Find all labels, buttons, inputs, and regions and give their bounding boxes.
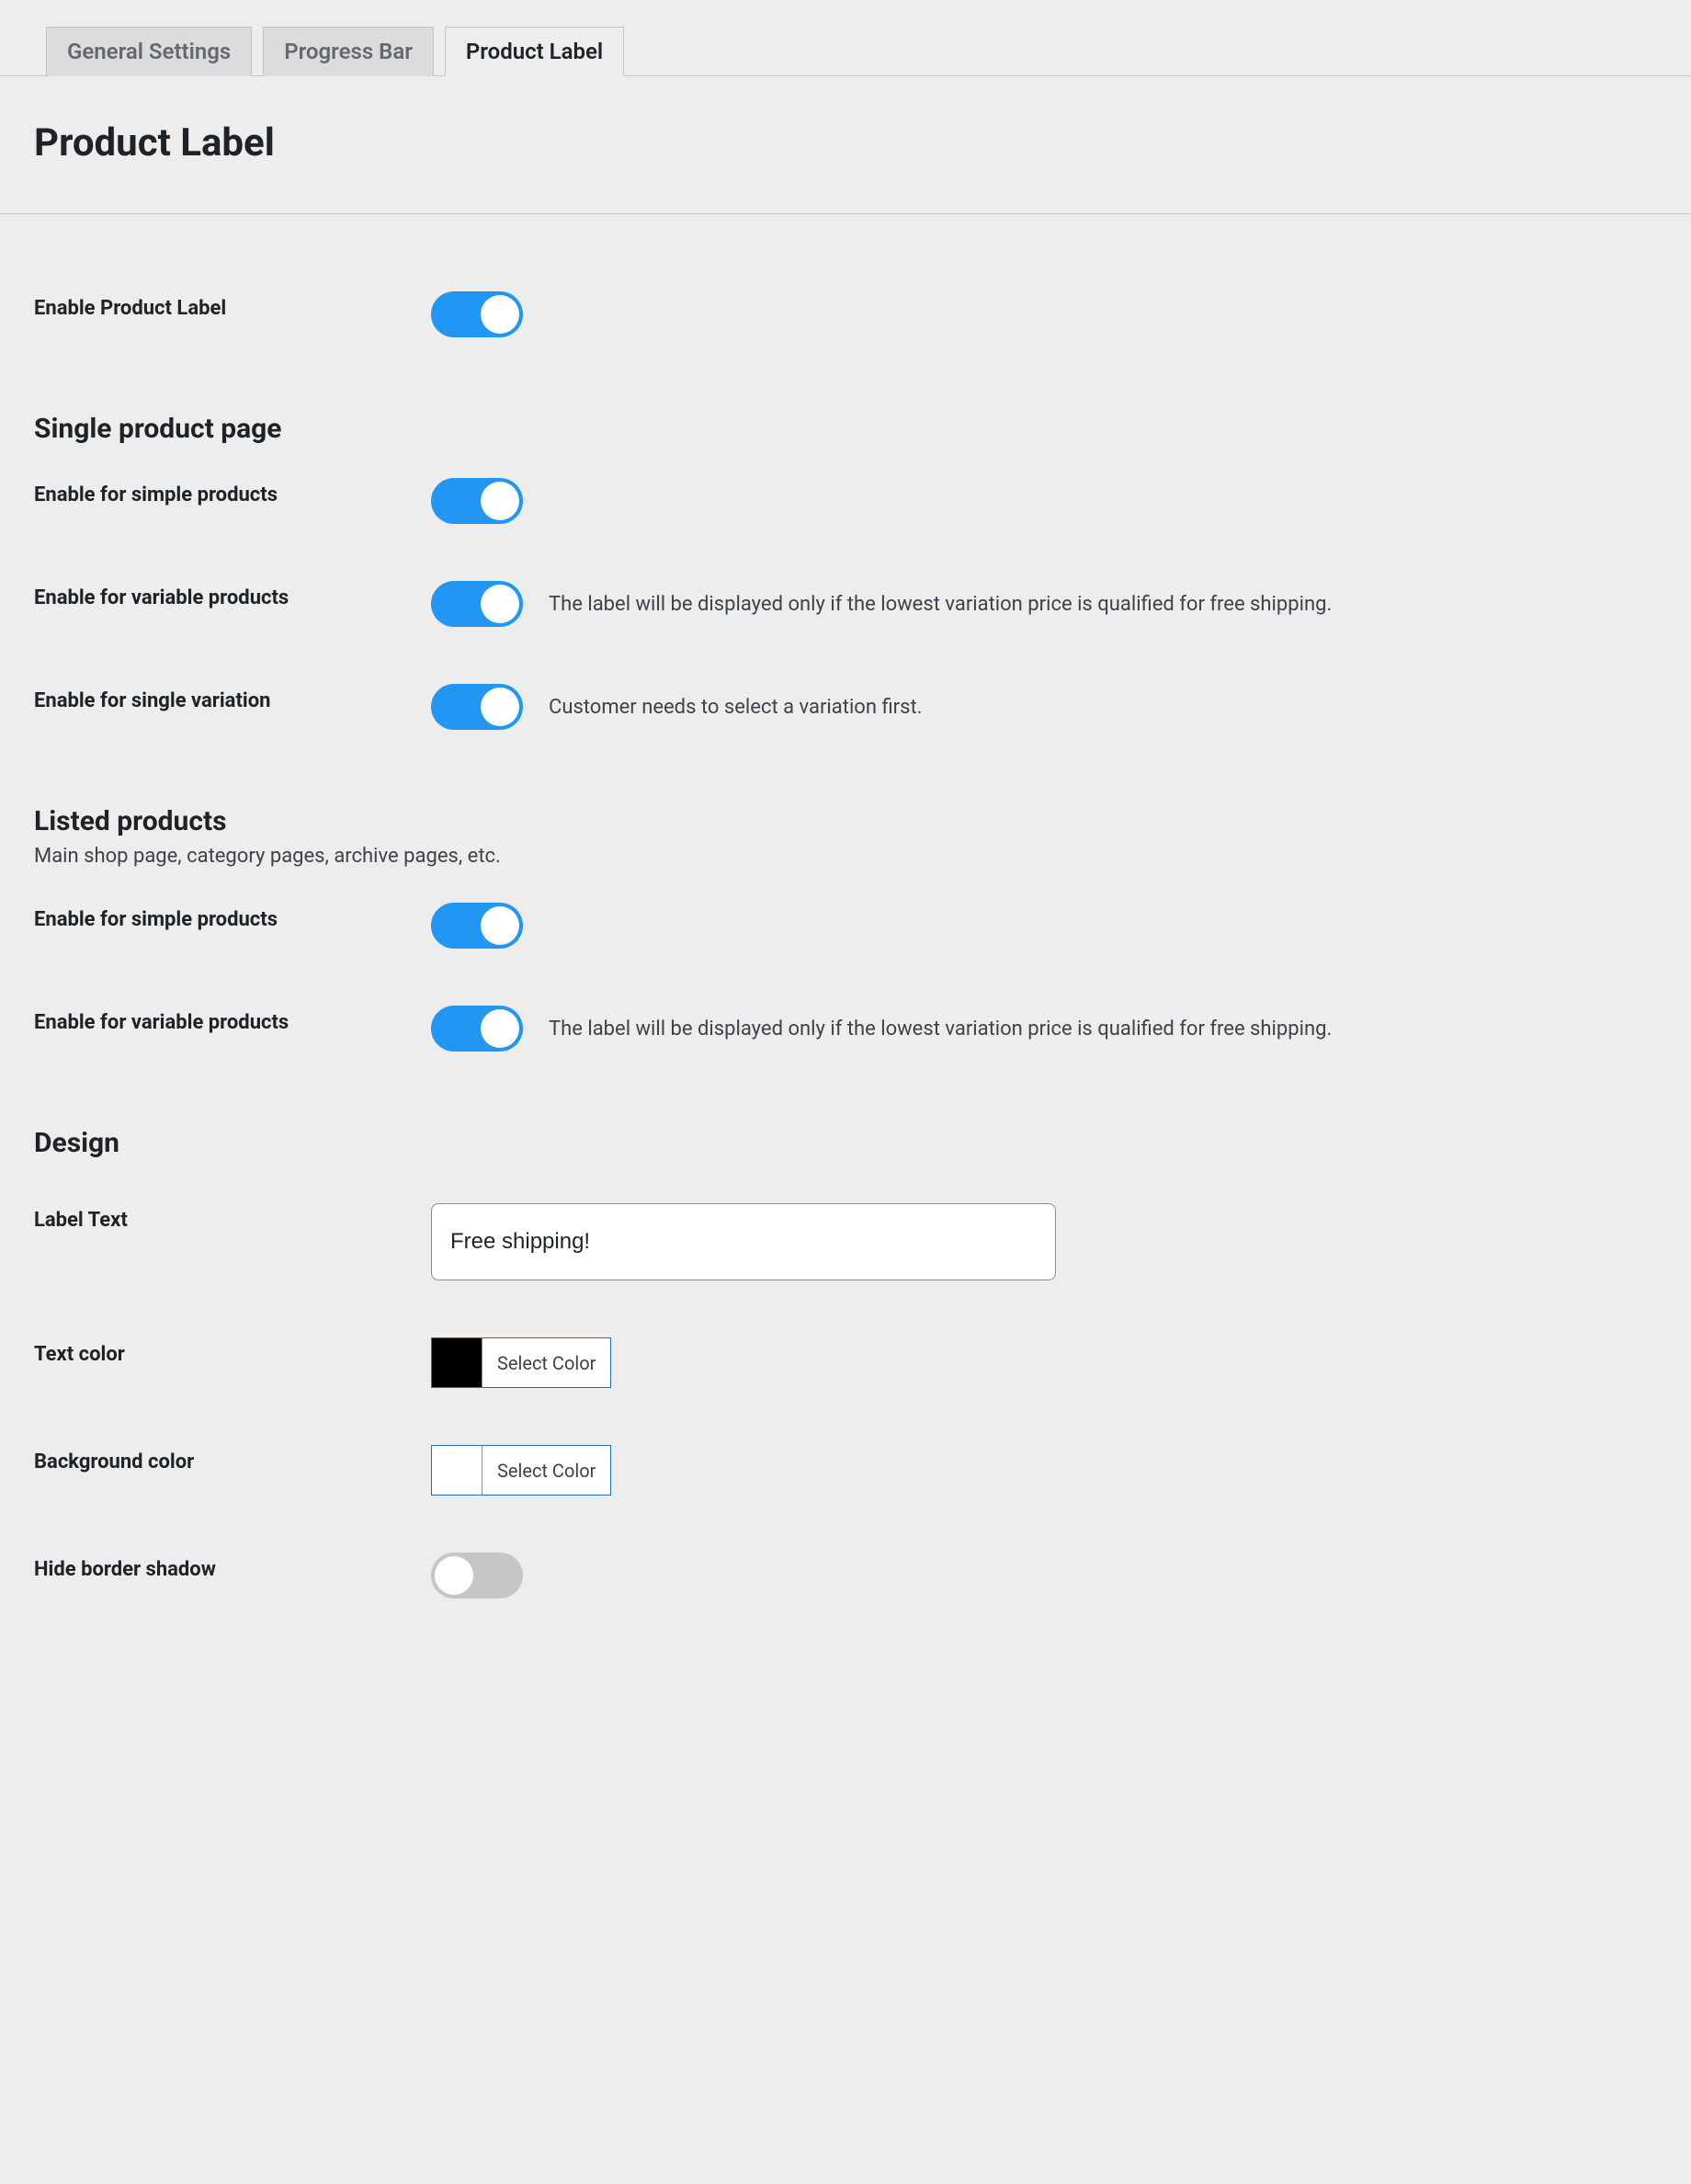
label-enable-product-label: Enable Product Label — [34, 291, 431, 320]
section-listed-sub: Main shop page, category pages, archive … — [34, 845, 1691, 868]
label-single-simple: Enable for simple products — [34, 478, 431, 506]
label-single-variable: Enable for variable products — [34, 581, 431, 609]
toggle-listed-variable[interactable] — [431, 1006, 523, 1052]
input-label-text[interactable] — [431, 1203, 1056, 1280]
toggle-enable-product-label[interactable] — [431, 291, 523, 337]
page-title: Product Label — [34, 120, 1691, 165]
desc-listed-variable: The label will be displayed only if the … — [549, 1018, 1332, 1041]
section-design-heading: Design — [34, 1127, 1691, 1159]
label-label-text: Label Text — [34, 1203, 431, 1232]
tab-general-settings[interactable]: General Settings — [46, 27, 252, 76]
section-listed-heading: Listed products — [34, 805, 1691, 837]
color-picker-bg-label: Select Color — [482, 1446, 610, 1495]
toggle-single-variable[interactable] — [431, 581, 523, 627]
label-hide-shadow: Hide border shadow — [34, 1553, 431, 1581]
color-swatch-text — [432, 1338, 482, 1387]
color-picker-text[interactable]: Select Color — [431, 1337, 611, 1388]
desc-single-variable: The label will be displayed only if the … — [549, 593, 1332, 616]
desc-single-variation: Customer needs to select a variation fir… — [549, 696, 922, 719]
label-single-variation: Enable for single variation — [34, 684, 431, 712]
section-single-heading: Single product page — [34, 413, 1691, 445]
toggle-listed-simple[interactable] — [431, 903, 523, 949]
title-divider — [0, 213, 1691, 214]
tabs-bar: General Settings Progress Bar Product La… — [0, 0, 1691, 76]
color-picker-text-label: Select Color — [482, 1338, 610, 1387]
label-listed-variable: Enable for variable products — [34, 1006, 431, 1034]
label-listed-simple: Enable for simple products — [34, 903, 431, 931]
color-swatch-bg — [432, 1446, 482, 1495]
toggle-single-simple[interactable] — [431, 478, 523, 524]
tab-progress-bar[interactable]: Progress Bar — [263, 27, 434, 76]
label-bg-color: Background color — [34, 1445, 431, 1473]
toggle-hide-shadow[interactable] — [431, 1553, 523, 1598]
toggle-single-variation[interactable] — [431, 684, 523, 730]
tab-product-label[interactable]: Product Label — [445, 27, 624, 76]
label-text-color: Text color — [34, 1337, 431, 1366]
color-picker-bg[interactable]: Select Color — [431, 1445, 611, 1496]
